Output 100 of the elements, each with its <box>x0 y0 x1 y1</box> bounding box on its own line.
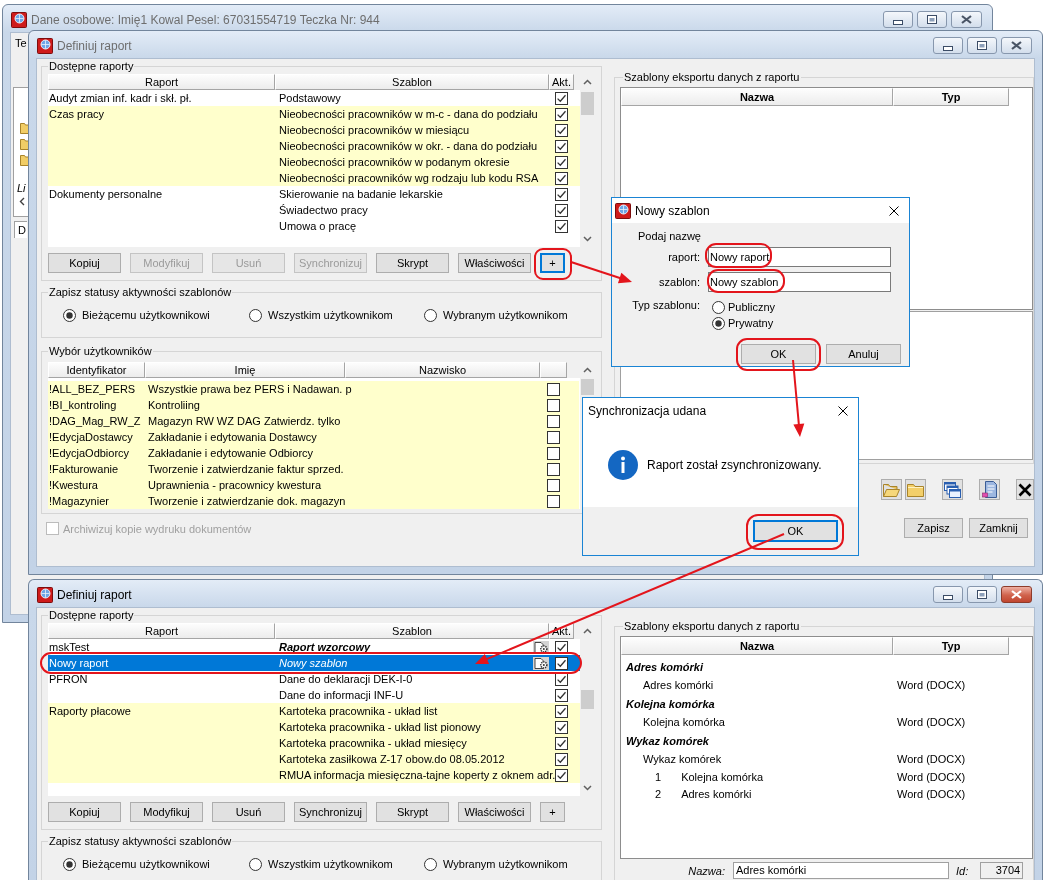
toolbar-button[interactable] <box>1016 479 1034 500</box>
checkbox[interactable] <box>555 219 568 233</box>
maximize-button[interactable] <box>967 586 997 603</box>
action-button[interactable]: Właściwości <box>458 802 531 822</box>
checkbox[interactable] <box>547 478 560 492</box>
table-row[interactable]: Nieobecności pracowników w miesiącu <box>48 122 580 138</box>
checkbox[interactable] <box>547 446 560 460</box>
table-row[interactable]: Świadectwo pracy <box>48 202 580 218</box>
action-button[interactable]: Modyfikuj <box>130 802 203 822</box>
table-row[interactable]: RMUA informacja miesięczna-tajne koperty z oknem adr. <box>48 767 580 783</box>
table-row[interactable]: !EdycjaDostawcy Zakładanie i edytowania Dostawcy <box>48 429 579 445</box>
scrollbar-thumb[interactable] <box>581 379 594 395</box>
table-row[interactable]: Kartoteka pracownika - układ miesięcy <box>48 735 580 751</box>
text-field[interactable]: 3704 <box>980 862 1024 879</box>
radio-button[interactable] <box>424 857 437 871</box>
table-row[interactable]: Nieobecności pracowników wg rodzaju lub kodu RSA <box>48 170 580 186</box>
radio-button[interactable] <box>249 308 262 322</box>
table-row[interactable]: PFRON Dane do deklaracji DEK-I-0 <box>48 671 580 687</box>
checkbox[interactable] <box>547 462 560 476</box>
action-button[interactable]: + <box>540 802 565 822</box>
checkbox[interactable] <box>555 139 568 153</box>
checkbox[interactable] <box>555 656 568 670</box>
table-row[interactable]: Czas pracy Nieobecności pracowników w m-c - dana do podziału <box>48 106 580 122</box>
action-button[interactable]: Zapisz <box>904 518 963 538</box>
chevron-down-icon[interactable] <box>583 785 592 791</box>
close-button[interactable] <box>951 11 982 28</box>
checkbox[interactable] <box>555 736 568 750</box>
table-row[interactable]: !Kwestura Uprawnienia - pracownicy kwestura <box>48 477 579 493</box>
checkbox[interactable] <box>555 768 568 782</box>
checkbox[interactable] <box>555 752 568 766</box>
checkbox[interactable] <box>555 640 568 654</box>
action-button[interactable]: Właściwości <box>458 253 531 273</box>
table-row[interactable]: Kartoteka pracownika - układ list pionowy <box>48 719 580 735</box>
toolbar-button[interactable] <box>942 479 963 500</box>
tab[interactable]: D <box>14 221 27 238</box>
minimize-button[interactable] <box>883 11 913 28</box>
dialog-button[interactable]: OK <box>741 344 816 364</box>
action-button[interactable]: + <box>540 253 565 273</box>
checkbox[interactable] <box>555 720 568 734</box>
checkbox[interactable] <box>555 123 568 137</box>
dialog-button[interactable]: OK <box>753 520 838 542</box>
radio-button[interactable] <box>424 308 437 322</box>
text-field[interactable]: Adres komórki <box>733 862 949 879</box>
table-row[interactable]: Raporty płacowe Kartoteka pracownika - układ list <box>48 703 580 719</box>
checkbox[interactable] <box>547 398 560 412</box>
table-row[interactable]: Nieobecności pracowników w podanym okresie <box>48 154 580 170</box>
maximize-button[interactable] <box>967 37 997 54</box>
checkbox[interactable] <box>547 382 560 396</box>
action-button[interactable]: Skrypt <box>376 802 449 822</box>
table-row[interactable]: Dane do informacji INF-U <box>48 687 580 703</box>
checkbox[interactable] <box>555 704 568 718</box>
maximize-button[interactable] <box>917 11 947 28</box>
table-row[interactable]: !ALL_BEZ_PERS Wszystkie prawa bez PERS i Nadawan. p <box>48 381 579 397</box>
table-row[interactable]: !Fakturowanie Tworzenie i zatwierdzanie faktur sprzed. <box>48 461 579 477</box>
action-button[interactable]: Zamknij <box>969 518 1028 538</box>
dialog-button[interactable]: Anuluj <box>826 344 901 364</box>
table-row[interactable]: !BI_kontroling Kontroliing <box>48 397 579 413</box>
minimize-button[interactable] <box>933 37 963 54</box>
chevron-up-icon[interactable] <box>583 367 592 373</box>
checkbox[interactable] <box>547 430 560 444</box>
table-row[interactable]: Dokumenty personalne Skierowanie na badanie lekarskie <box>48 186 580 202</box>
table-row[interactable]: !DAG_Mag_RW_Z Magazyn RW WZ DAG Zatwierdz. tylko <box>48 413 579 429</box>
chevron-up-icon[interactable] <box>583 79 592 85</box>
scrollbar-thumb[interactable] <box>581 690 594 709</box>
chevron-down-icon[interactable] <box>583 236 592 242</box>
radio-button[interactable] <box>249 857 262 871</box>
scrollbar-thumb[interactable] <box>581 92 594 115</box>
checkbox[interactable] <box>547 494 560 508</box>
table-row[interactable]: !EdycjaOdbiorcy Zakładanie i edytowanie Odbiorcy <box>48 445 579 461</box>
action-button[interactable]: Kopiuj <box>48 253 121 273</box>
radio-button[interactable] <box>63 857 76 871</box>
action-button[interactable]: Skrypt <box>376 253 449 273</box>
action-button[interactable]: Kopiuj <box>48 802 121 822</box>
table-row[interactable]: Kartoteka zasiłkowa Z-17 obow.do 08.05.2012 <box>48 751 580 767</box>
close-button[interactable] <box>1001 37 1032 54</box>
checkbox[interactable] <box>555 171 568 185</box>
radio-button[interactable] <box>712 300 725 314</box>
table-row[interactable]: Audyt zmian inf. kadr i skł. pł. Podstawowy <box>48 90 580 106</box>
close-button[interactable] <box>1001 586 1032 603</box>
table-row[interactable]: mskTest Raport wzorcowy <box>48 639 580 655</box>
checkbox[interactable] <box>555 107 568 121</box>
checkbox[interactable] <box>555 688 568 702</box>
table-row[interactable]: !Magazynier Tworzenie i zatwierdzanie dok. magazyn <box>48 493 579 509</box>
action-button[interactable]: Usuń <box>212 802 285 822</box>
checkbox[interactable] <box>555 155 568 169</box>
table-row[interactable]: Nowy raport Nowy szablon <box>48 655 580 671</box>
menu-item[interactable]: Te <box>15 37 27 49</box>
action-button[interactable]: Synchronizuj <box>294 802 367 822</box>
minimize-button[interactable] <box>933 586 963 603</box>
radio-button[interactable] <box>63 308 76 322</box>
checkbox[interactable] <box>555 187 568 201</box>
checkbox[interactable] <box>547 414 560 428</box>
checkbox[interactable] <box>555 203 568 217</box>
radio-button[interactable] <box>712 316 725 330</box>
table-row[interactable]: Nieobecności pracowników w okr. - dana do podziału <box>48 138 580 154</box>
checkbox[interactable] <box>555 91 568 105</box>
text-field[interactable]: Nowy szablon <box>708 272 891 292</box>
table-row[interactable]: Umowa o pracę <box>48 218 580 234</box>
chevron-left-icon[interactable] <box>19 197 25 206</box>
chevron-up-icon[interactable] <box>583 628 592 634</box>
